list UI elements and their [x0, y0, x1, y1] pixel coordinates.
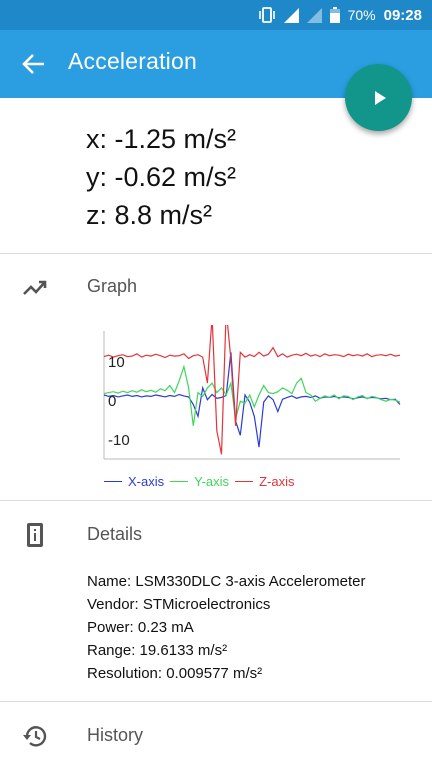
legend-label-z: Z-axis [259, 474, 295, 489]
details-section-header: Details [0, 519, 432, 549]
signal-icon [283, 7, 299, 23]
chart-svg: 10 0 -10 [103, 309, 401, 460]
graph-section-header: Graph [0, 271, 432, 301]
play-icon [374, 90, 386, 105]
page-title: Acceleration [68, 48, 197, 74]
clock: 09:28 [383, 6, 422, 24]
battery-icon [329, 7, 340, 23]
details-label: Details [87, 524, 143, 544]
readings: x: -1.25 m/s² y: -0.62 m/s² z: 8.8 m/s² [86, 120, 236, 234]
y-reading: y: -0.62 m/s² [86, 162, 237, 192]
z-reading: z: 8.8 m/s² [86, 200, 213, 230]
divider [0, 701, 432, 702]
y-tick-label: -10 [108, 432, 130, 449]
legend-swatch-y [170, 481, 189, 482]
graph-label: Graph [87, 276, 138, 296]
detail-range: Range: 19.6133 m/s² [87, 642, 228, 659]
history-label: History [87, 725, 144, 745]
detail-resolution: Resolution: 0.009577 m/s² [87, 665, 263, 682]
legend-label-x: X-axis [128, 474, 165, 489]
series-line-z-axis [103, 309, 401, 455]
start-button[interactable] [345, 64, 412, 131]
status-icons: 70% 09:28 [258, 0, 422, 30]
chart-legend: X-axis Y-axis Z-axis [104, 474, 294, 489]
divider [0, 500, 432, 501]
legend-label-y: Y-axis [194, 474, 230, 489]
legend-swatch-x [104, 481, 122, 482]
y-tick-label: 10 [108, 354, 125, 371]
signal-empty-icon [306, 7, 322, 23]
history-icon [23, 726, 47, 747]
chart: 10 0 -10 [86, 309, 406, 495]
status-bar: 70% 09:28 [0, 0, 432, 30]
trending-up-icon [23, 280, 47, 295]
sensor-details: Name: LSM330DLC 3-axis Accelerometer Ven… [87, 570, 365, 685]
history-section-header[interactable]: History [0, 720, 432, 750]
detail-name: Name: LSM330DLC 3-axis Accelerometer [87, 573, 366, 590]
detail-vendor: Vendor: STMicroelectronics [87, 596, 271, 613]
device-info-icon [27, 523, 43, 547]
arrow-left-icon [22, 54, 44, 74]
divider [0, 253, 432, 254]
legend-swatch-z [235, 481, 254, 482]
battery-percent: 70% [347, 7, 376, 23]
y-tick-label: 0 [108, 393, 116, 410]
back-button[interactable] [20, 50, 48, 78]
x-reading: x: -1.25 m/s² [86, 124, 237, 154]
detail-power: Power: 0.23 mA [87, 619, 194, 636]
series-layer [103, 309, 401, 455]
vibrate-icon [258, 7, 275, 23]
